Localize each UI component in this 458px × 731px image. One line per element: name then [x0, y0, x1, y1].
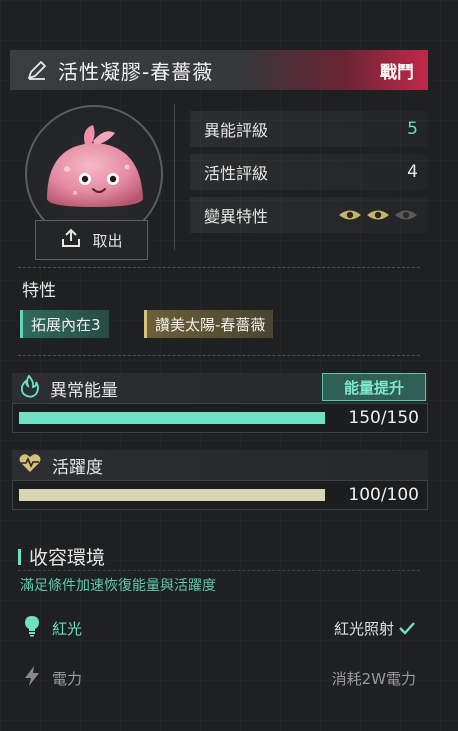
vertical-divider — [174, 104, 175, 250]
energy-header: 異常能量 能量提升 — [12, 373, 428, 403]
energy-label: 異常能量 — [50, 380, 118, 401]
export-icon — [60, 227, 82, 253]
ability-rating-value: 5 — [407, 119, 418, 139]
divider — [18, 267, 420, 268]
item-name: 活性凝膠-春薔薇 — [58, 59, 214, 84]
vitality-label: 活躍度 — [52, 457, 103, 478]
take-out-button[interactable]: 取出 — [35, 220, 148, 260]
mutation-eyes — [338, 208, 418, 222]
activity-rating-label: 活性評級 — [204, 164, 269, 183]
energy-bar-box: 150/150 — [12, 403, 428, 433]
ability-rating-label: 異能評級 — [204, 121, 269, 140]
vitality-header: 活躍度 — [12, 450, 428, 480]
item-type-tag: 戰鬥 — [380, 62, 414, 83]
env-row-red-light: 紅光 紅光照射 — [22, 613, 420, 643]
energy-bar-fill — [19, 412, 325, 424]
activity-rating-value: 4 — [407, 162, 418, 182]
vitality-bar-fill — [19, 489, 325, 501]
heading-accent-mark — [18, 548, 21, 565]
ability-rating-row: 異能評級 5 — [190, 111, 428, 147]
heart-pulse-icon — [18, 452, 42, 478]
checkmark-icon — [399, 622, 415, 635]
energy-boost-button[interactable]: 能量提升 — [322, 373, 426, 401]
env-row-power: 電力 消耗2W電力 — [22, 663, 420, 693]
divider — [18, 570, 420, 571]
divider — [18, 355, 420, 356]
lightning-bolt-icon — [22, 665, 42, 691]
lightbulb-icon — [22, 615, 42, 641]
item-title-bar: 活性凝膠-春薔薇 戰鬥 — [10, 50, 428, 90]
mutation-trait-label: 變異特性 — [204, 207, 269, 226]
eye-icon — [339, 210, 361, 220]
env-status-power: 消耗2W電力 — [331, 669, 416, 688]
eye-icon-inactive — [395, 210, 417, 220]
containment-environment-title: 收容環境 — [29, 547, 106, 569]
containment-environment-subtitle: 滿足條件加速恢復能量與活躍度 — [20, 578, 216, 594]
activity-rating-row: 活性評級 4 — [190, 154, 428, 190]
mutation-trait-row: 變異特性 — [190, 197, 428, 233]
vitality-bar-track — [19, 489, 325, 501]
trait-chip[interactable]: 拓展內在3 — [20, 310, 109, 338]
take-out-label: 取出 — [92, 231, 123, 250]
eye-icon — [367, 210, 389, 220]
energy-bar-track — [19, 412, 325, 424]
flame-icon — [18, 374, 40, 402]
env-name-red-light: 紅光 — [52, 619, 83, 638]
trait-chip[interactable]: 讚美太陽-春薔薇 — [144, 310, 274, 338]
env-status-red-light: 紅光照射 — [334, 618, 416, 639]
env-name-power: 電力 — [52, 669, 83, 688]
env-status-text: 紅光照射 — [333, 619, 394, 638]
containment-environment-heading: 收容環境 — [18, 543, 105, 570]
vitality-value: 100/100 — [348, 485, 419, 505]
vitality-bar-box: 100/100 — [12, 480, 428, 510]
rename-pencil-icon[interactable] — [22, 55, 52, 85]
traits-heading: 特性 — [22, 281, 56, 301]
energy-value: 150/150 — [348, 408, 419, 428]
